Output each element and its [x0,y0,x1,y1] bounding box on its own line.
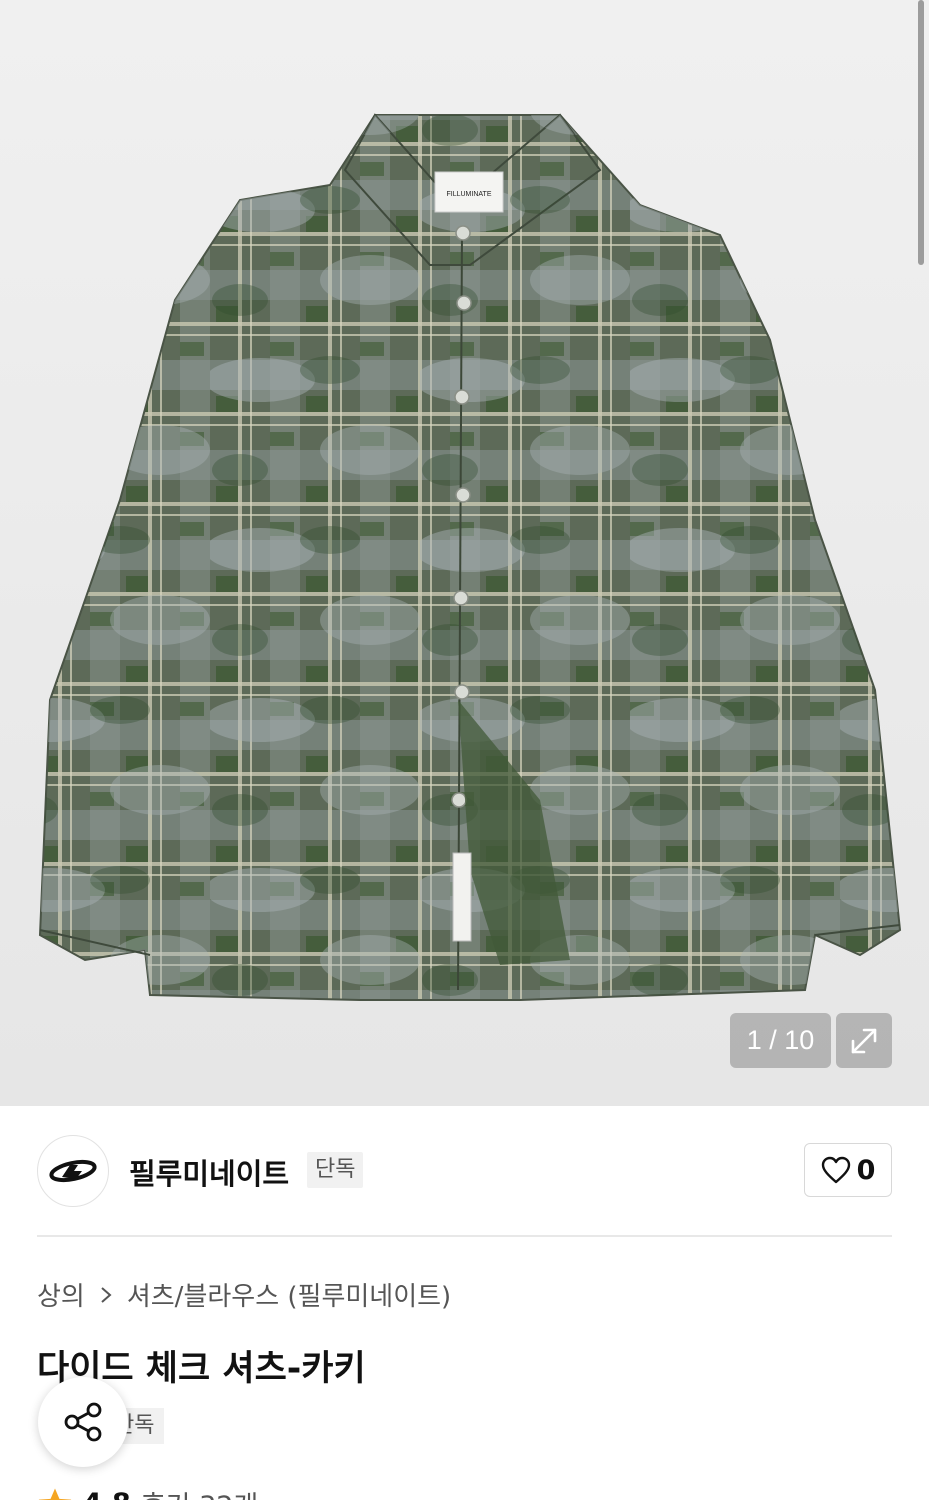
image-counter-total: 10 [784,1025,815,1055]
rating-score: 4.8 [83,1488,131,1500]
star-icon [38,1487,72,1500]
image-counter: 1 / 10 [730,1013,831,1068]
product-image: FILLUMINATE [38,113,902,1001]
brand-row: 필루미네이트 단독 0 [37,1133,892,1207]
brand-logo[interactable] [37,1135,109,1207]
breadcrumb: 상의 셔츠/블라우스 (필루미네이트) [37,1276,451,1313]
share-icon [64,1402,102,1442]
expand-image-button[interactable] [836,1013,892,1068]
breadcrumb-category[interactable]: 상의 [37,1276,85,1313]
brand-name[interactable]: 필루미네이트 [129,1151,289,1193]
brand-logo-icon [49,1159,97,1183]
image-counter-current: 1 [746,1025,762,1055]
expand-icon [851,1028,877,1053]
page-scrollbar[interactable] [918,0,924,265]
neck-label-text: FILLUMINATE [447,191,492,198]
like-count: 0 [856,1154,876,1186]
divider [37,1235,892,1237]
review-count[interactable]: 후기 32개 [141,1484,258,1500]
like-button[interactable]: 0 [804,1143,892,1197]
breadcrumb-subcategory[interactable]: 셔츠/블라우스 (필루미네이트) [127,1276,451,1313]
heart-icon [821,1156,850,1184]
rating-row[interactable]: 4.8 후기 32개 [37,1484,258,1500]
share-button[interactable] [38,1377,128,1467]
chevron-right-icon [101,1286,112,1303]
exclusive-badge: 단독 [307,1152,364,1188]
image-counter-separator: / [761,1025,785,1055]
product-image-gallery[interactable]: FILLUMINATE 1 / 10 [0,0,929,1106]
